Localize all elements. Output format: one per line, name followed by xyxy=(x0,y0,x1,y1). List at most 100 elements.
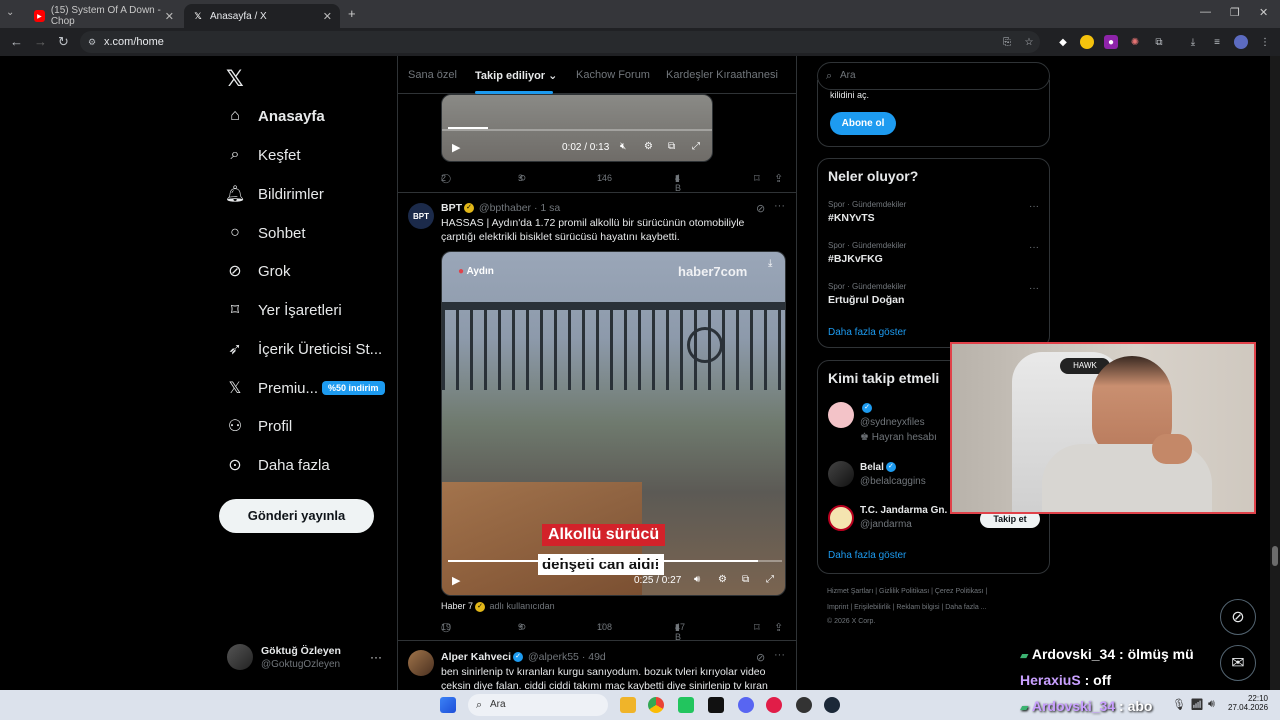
play-icon[interactable]: ▶ xyxy=(452,574,460,587)
footer-links[interactable]: Hizmet Şartları | Gizlilik Politikası | … xyxy=(827,588,987,595)
author-handle[interactable]: @alperk55 xyxy=(528,651,579,663)
author-handle[interactable]: @bpthaber xyxy=(479,202,531,214)
fullscreen-icon[interactable]: ⤢ xyxy=(766,574,774,585)
grok-float-icon[interactable]: ⊘ xyxy=(1220,599,1256,635)
fullscreen-icon[interactable]: ⤢ xyxy=(692,141,700,152)
sidebar-item-home[interactable]: ⌂ Anasayfa xyxy=(226,101,325,131)
extension-icon[interactable]: ● xyxy=(1104,35,1118,49)
mic-icon[interactable]: 🎙︎ xyxy=(1172,698,1186,711)
chrome-icon[interactable] xyxy=(648,697,664,713)
more-icon[interactable]: ··· xyxy=(1029,283,1039,294)
tab-x-home[interactable]: 𝕏 Anasayfa / X ✕ xyxy=(184,4,340,28)
taskbar-clock[interactable]: 22:10 27.04.2026 xyxy=(1228,694,1268,712)
wifi-icon[interactable]: 📶︎ xyxy=(1190,698,1204,711)
app-icon[interactable] xyxy=(708,697,724,713)
download-icon[interactable]: ⤓ xyxy=(768,258,772,269)
grok-icon[interactable]: ⊘ xyxy=(756,651,765,664)
new-tab-icon[interactable]: + xyxy=(348,6,356,21)
scrollbar[interactable] xyxy=(1270,56,1280,690)
pip-icon[interactable]: ⧉ xyxy=(668,141,675,152)
share-icon[interactable]: ⇪ xyxy=(774,621,783,634)
footer-links[interactable]: Imprint | Erişilebilirlik | Reklam bilgi… xyxy=(827,604,987,611)
bookmark-icon[interactable]: ⌑ xyxy=(754,621,760,634)
author-name[interactable]: BPT xyxy=(441,202,462,214)
avatar[interactable] xyxy=(828,402,854,428)
tab-kardesler[interactable]: Kardeşler Kıraathanesi xyxy=(666,69,778,81)
more-icon[interactable]: ··· xyxy=(1029,242,1039,253)
volume-icon[interactable]: 🔊︎ xyxy=(1208,698,1215,711)
steam-icon[interactable] xyxy=(824,697,840,713)
forward-icon[interactable]: → xyxy=(34,34,47,49)
video-progress[interactable] xyxy=(448,560,758,562)
follow-name[interactable]: T.C. Jandarma Gn. xyxy=(860,505,947,516)
more-icon[interactable]: ··· xyxy=(774,200,785,212)
follow-handle[interactable]: @belalcaggins xyxy=(860,476,926,487)
trend-name[interactable]: #KNYvTS xyxy=(828,212,875,224)
site-info-icon[interactable]: ⚙ xyxy=(88,31,96,53)
obs-icon[interactable] xyxy=(796,697,812,713)
sidebar-item-chat[interactable]: ○ Sohbet xyxy=(226,218,305,248)
sidebar-item-more[interactable]: ⊙ Daha fazla xyxy=(226,450,329,480)
avatar[interactable] xyxy=(828,461,854,487)
puzzle-icon[interactable]: ⧉ xyxy=(1152,35,1166,49)
show-more-link[interactable]: Daha fazla göster xyxy=(828,550,906,561)
bookmark-icon[interactable]: ⌑ xyxy=(754,172,760,185)
tab-search-icon[interactable]: ⌄ xyxy=(6,7,14,18)
source-name[interactable]: Haber 7 xyxy=(441,601,473,611)
tab-for-you[interactable]: Sana özel xyxy=(408,69,457,81)
media-player-icon[interactable] xyxy=(766,697,782,713)
menu-icon[interactable]: ⋮ xyxy=(1258,35,1272,49)
pip-icon[interactable]: ⧉ xyxy=(742,574,749,585)
settings-icon[interactable]: ⚙ xyxy=(718,574,727,585)
close-window-icon[interactable]: ✕ xyxy=(1259,6,1268,19)
windows-start-icon[interactable] xyxy=(440,697,456,713)
restore-icon[interactable]: ❐ xyxy=(1230,6,1240,19)
video-player[interactable]: ● Aydın haber7com ⤓ Alkollü sürücü dehşe… xyxy=(441,251,786,596)
sidebar-item-explore[interactable]: ⌕ Keşfet xyxy=(226,140,301,170)
extension-icon[interactable]: ◆ xyxy=(1056,35,1070,49)
bookmark-star-icon[interactable]: ☆ xyxy=(1022,35,1036,49)
close-icon[interactable]: ✕ xyxy=(165,10,174,23)
app-icon[interactable] xyxy=(678,697,694,713)
sidebar-item-notifications[interactable]: 🔔︎ Bildirimler xyxy=(225,179,324,209)
scrollbar-thumb[interactable] xyxy=(1272,546,1278,566)
play-icon[interactable]: ▶ xyxy=(452,141,460,154)
avatar[interactable] xyxy=(227,644,253,670)
video-player[interactable]: ▶ 0:02 / 0:13 🔇︎ ⚙ ⧉ ⤢ xyxy=(441,94,713,162)
sidebar-item-bookmarks[interactable]: ⌑ Yer İşaretleri xyxy=(226,295,342,325)
follow-name[interactable]: Belal ✓ xyxy=(860,462,898,473)
follow-handle[interactable]: @sydneyxfiles xyxy=(860,417,925,428)
author-name[interactable]: Alper Kahveci xyxy=(441,651,511,663)
more-icon[interactable]: ··· xyxy=(1029,201,1039,212)
share-icon[interactable]: ⇪ xyxy=(774,172,783,185)
media-icon[interactable]: ≡ xyxy=(1210,35,1224,49)
taskbar-search[interactable]: ⌕ Ara xyxy=(468,694,608,716)
trend-name[interactable]: #BJKvFKG xyxy=(828,253,883,265)
trend-name[interactable]: Ertuğrul Doğan xyxy=(828,294,904,306)
avatar[interactable]: BPT xyxy=(408,203,434,229)
messages-float-icon[interactable]: ✉ xyxy=(1220,645,1256,681)
tab-youtube[interactable]: ▶ (15) System Of A Down - Chop ✕ xyxy=(26,4,182,28)
install-icon[interactable]: ⎘ xyxy=(1000,35,1014,49)
avatar[interactable] xyxy=(828,505,854,531)
download-icon[interactable]: ⤓ xyxy=(1186,35,1200,49)
minimize-icon[interactable]: — xyxy=(1200,6,1211,18)
extension-icon[interactable] xyxy=(1080,35,1094,49)
reload-icon[interactable]: ↻ xyxy=(58,34,69,50)
more-icon[interactable]: ··· xyxy=(774,649,785,661)
tab-following[interactable]: Takip ediliyor ⌄ xyxy=(475,69,557,82)
avatar[interactable] xyxy=(408,650,434,676)
subscribe-button[interactable]: Abone ol xyxy=(830,112,896,135)
file-explorer-icon[interactable] xyxy=(620,697,636,713)
show-more-link[interactable]: Daha fazla göster xyxy=(828,327,906,338)
tab-kachow-forum[interactable]: Kachow Forum xyxy=(576,69,650,81)
profile-avatar-icon[interactable] xyxy=(1234,35,1248,49)
post-button[interactable]: Gönderi yayınla xyxy=(219,499,374,533)
mute-icon[interactable]: 🔇︎ xyxy=(620,141,626,152)
sidebar-item-grok[interactable]: ⊘ Grok xyxy=(226,256,290,286)
x-logo-icon[interactable]: 𝕏 xyxy=(226,66,244,92)
grok-icon[interactable]: ⊘ xyxy=(756,202,765,215)
extension-icon[interactable]: ✺ xyxy=(1128,35,1142,49)
more-icon[interactable]: ··· xyxy=(370,650,382,664)
url-field[interactable]: ⚙ x.com/home xyxy=(80,31,1040,53)
